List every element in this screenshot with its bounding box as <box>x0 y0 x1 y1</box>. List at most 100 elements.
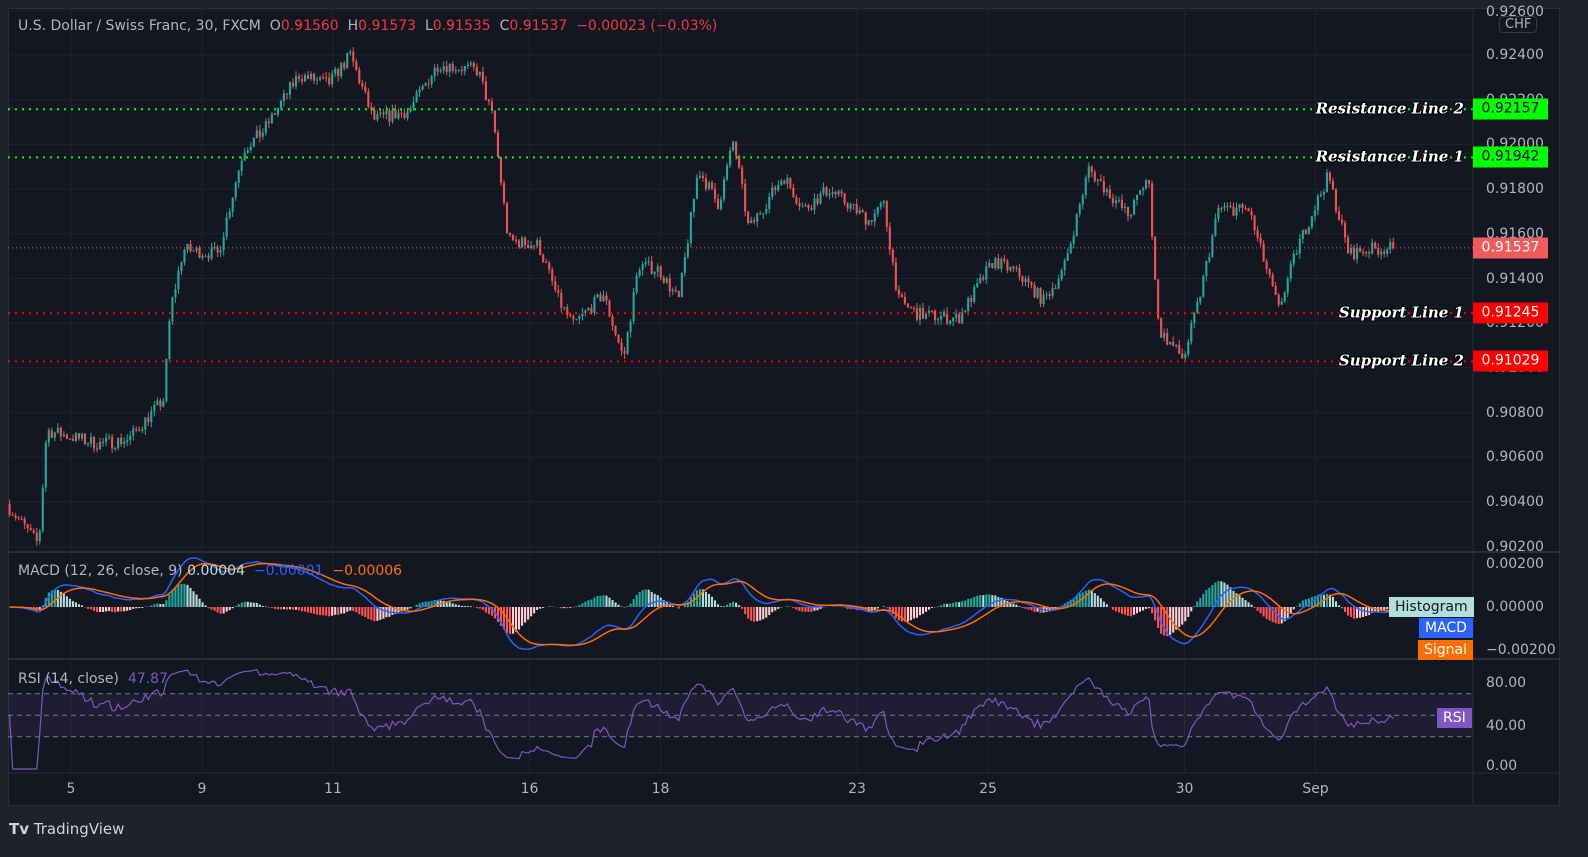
symbol-title[interactable]: U.S. Dollar / Swiss Franc, 30, FXCM <box>18 18 261 34</box>
support-price-tag: 0.91245 <box>1473 302 1548 324</box>
candle-body <box>786 178 789 184</box>
candle-body <box>912 307 916 309</box>
histogram-tag: Histogram <box>1389 597 1474 617</box>
candle-body <box>469 63 472 65</box>
candle-body <box>117 437 120 449</box>
time-axis-label: 11 <box>324 781 342 797</box>
candle-body <box>955 314 958 318</box>
candle-body <box>542 254 545 262</box>
candle-body <box>973 286 976 302</box>
candle-body <box>1196 301 1199 313</box>
candle-body <box>68 438 71 440</box>
macd-hist-value: 0.00004 <box>187 563 245 579</box>
candle-body <box>168 321 171 359</box>
candle-body <box>1328 172 1331 181</box>
candle-body <box>403 112 406 119</box>
candle-body <box>795 196 798 204</box>
close-label: C <box>499 18 510 34</box>
candle-body <box>943 311 946 316</box>
candle-body <box>1280 301 1283 305</box>
candle-body <box>427 83 430 85</box>
candle-body <box>617 334 620 343</box>
candle-body <box>554 281 557 291</box>
candle-body <box>388 110 391 122</box>
candle-body <box>753 220 756 222</box>
price-axis-label: 0.90200 <box>1486 538 1544 555</box>
candle-body <box>722 179 726 200</box>
tradingview-logo-icon: 𝗧𝘃 <box>9 820 30 838</box>
candle-body <box>442 66 445 71</box>
candle-body <box>934 310 937 321</box>
rsi-legend[interactable]: RSI (14, close) 47.87 <box>18 671 168 687</box>
candle-body <box>47 430 50 443</box>
candle-body <box>976 283 979 287</box>
candle-body <box>204 255 207 257</box>
candle-body <box>316 79 319 81</box>
candle-body <box>1374 242 1377 249</box>
candle-body <box>105 437 108 442</box>
candle-body <box>484 81 487 100</box>
candle-body <box>798 203 801 207</box>
candle-body <box>671 289 674 292</box>
candle-body <box>1319 194 1322 196</box>
candle-body <box>331 73 334 85</box>
candle-body <box>602 295 605 302</box>
candle-body <box>1343 222 1347 238</box>
candle-body <box>95 448 99 450</box>
candle-body <box>89 436 93 444</box>
chart-canvas[interactable] <box>0 0 1588 857</box>
candle-body <box>201 255 204 258</box>
candle-body <box>307 75 310 79</box>
candle-body <box>1045 294 1048 296</box>
candle-body <box>240 160 243 171</box>
candle-body <box>1006 260 1009 271</box>
candle-body <box>569 314 572 317</box>
candle-body <box>909 307 912 309</box>
candle-body <box>940 315 943 320</box>
candle-body <box>900 294 903 298</box>
candle-body <box>282 93 285 102</box>
candle-body <box>991 262 994 269</box>
candle-body <box>1313 210 1316 217</box>
candle-body <box>129 435 132 440</box>
candle-body <box>213 247 216 249</box>
tradingview-logo[interactable]: 𝗧𝘃 TradingView <box>9 820 124 838</box>
candle-body <box>23 518 26 525</box>
candle-body <box>1135 194 1139 201</box>
candle-body <box>1066 253 1069 261</box>
candle-body <box>1211 235 1214 257</box>
candle-body <box>1283 292 1286 302</box>
candle-body <box>102 441 105 443</box>
candle-body <box>852 203 855 205</box>
candle-body <box>686 243 689 257</box>
candle-body <box>71 438 74 441</box>
candle-body <box>834 192 837 195</box>
candle-body <box>1232 206 1235 216</box>
candle-body <box>915 308 919 320</box>
candle-body <box>551 269 554 282</box>
candle-body <box>1353 247 1356 260</box>
candle-body <box>8 504 11 515</box>
candle-body <box>502 183 506 203</box>
candle-body <box>1018 267 1021 277</box>
candle-body <box>704 178 708 189</box>
candle-body <box>1205 261 1208 277</box>
rsi-axis-label: 80.00 <box>1486 675 1527 691</box>
candle-body <box>150 410 153 423</box>
candle-body <box>744 183 747 212</box>
candle-body <box>1286 278 1289 293</box>
candle-body <box>891 249 894 263</box>
macd-legend[interactable]: MACD (12, 26, close, 9) 0.00004 −0.00001… <box>18 563 402 579</box>
candle-body <box>234 182 237 198</box>
candle-body <box>641 264 644 271</box>
candle-body <box>674 289 677 292</box>
candle-body <box>415 92 418 102</box>
candle-body <box>903 297 906 304</box>
candle-body <box>11 514 14 516</box>
candle-body <box>1220 207 1223 209</box>
candle-body <box>80 433 84 439</box>
candle-body <box>689 212 692 244</box>
tradingview-chart[interactable]: U.S. Dollar / Swiss Franc, 30, FXCM O0.9… <box>0 0 1588 857</box>
candle-body <box>997 258 1000 269</box>
candle-body <box>325 77 328 79</box>
